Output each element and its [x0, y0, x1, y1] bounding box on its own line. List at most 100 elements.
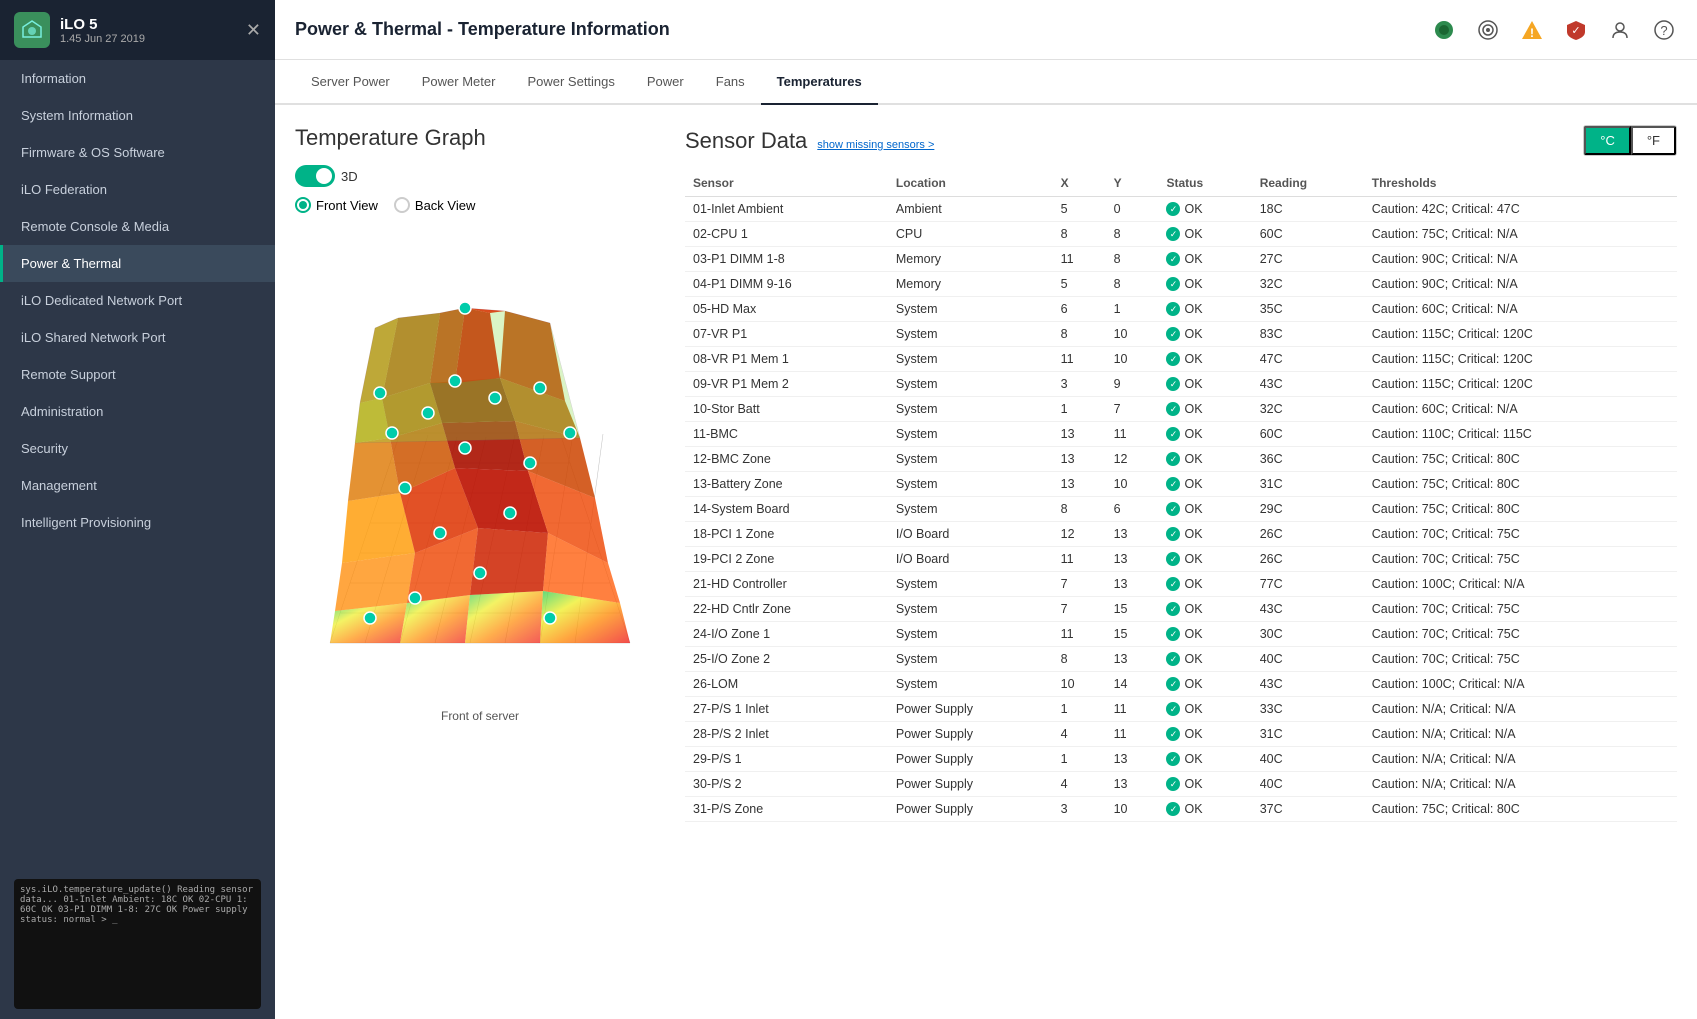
table-cell: Caution: 115C; Critical: 120C [1364, 347, 1677, 372]
table-cell: 6 [1053, 297, 1106, 322]
table-cell: 26C [1252, 547, 1364, 572]
status-text: OK [1184, 577, 1202, 591]
table-cell: 24-I/O Zone 1 [685, 622, 888, 647]
toggle-3d: 3D [295, 165, 358, 187]
sidebar-item-administration[interactable]: Administration [0, 393, 275, 430]
tab-temperatures[interactable]: Temperatures [761, 60, 878, 105]
ok-icon: ✓ [1166, 402, 1180, 416]
status-cell: ✓OK [1158, 472, 1251, 497]
shield-icon[interactable]: ✓ [1563, 17, 1589, 43]
table-cell: System [888, 422, 1053, 447]
sensor-dot [504, 507, 516, 519]
status-cell: ✓OK [1158, 197, 1251, 222]
status-cell: ✓OK [1158, 247, 1251, 272]
apple-icon[interactable] [1431, 17, 1457, 43]
front-view-radio[interactable] [295, 197, 311, 213]
ok-icon: ✓ [1166, 652, 1180, 666]
table-row: 05-HD MaxSystem61✓OK35CCaution: 60C; Cri… [685, 297, 1677, 322]
sensor-dot [534, 382, 546, 394]
close-icon[interactable]: ✕ [246, 20, 261, 41]
table-cell: 12-BMC Zone [685, 447, 888, 472]
table-cell: 5 [1053, 272, 1106, 297]
tab-power-settings[interactable]: Power Settings [511, 60, 630, 105]
table-cell: 31C [1252, 722, 1364, 747]
temp-graph-panel: Temperature Graph 3D Front View Back Vie… [295, 125, 665, 999]
sidebar-item-security[interactable]: Security [0, 430, 275, 467]
sidebar-nav: InformationSystem InformationFirmware & … [0, 60, 275, 869]
table-cell: 29-P/S 1 [685, 747, 888, 772]
tab-server-power[interactable]: Server Power [295, 60, 406, 105]
target-icon[interactable] [1475, 17, 1501, 43]
sidebar-item-firmware-os[interactable]: Firmware & OS Software [0, 134, 275, 171]
status-cell: ✓OK [1158, 222, 1251, 247]
table-cell: 43C [1252, 372, 1364, 397]
celsius-button[interactable]: °C [1584, 126, 1631, 155]
tab-fans[interactable]: Fans [700, 60, 761, 105]
toggle-3d-label: 3D [341, 169, 358, 184]
sidebar-item-intelligent-provisioning[interactable]: Intelligent Provisioning [0, 504, 275, 541]
table-cell: 10 [1106, 322, 1159, 347]
back-view-option[interactable]: Back View [394, 197, 475, 213]
status-cell: ✓OK [1158, 772, 1251, 797]
table-cell: 9 [1106, 372, 1159, 397]
ok-icon: ✓ [1166, 677, 1180, 691]
ok-icon: ✓ [1166, 627, 1180, 641]
table-cell: Caution: 110C; Critical: 115C [1364, 422, 1677, 447]
table-cell: 10-Stor Batt [685, 397, 888, 422]
sidebar-item-remote-support[interactable]: Remote Support [0, 356, 275, 393]
table-cell: System [888, 497, 1053, 522]
table-cell: 13 [1106, 547, 1159, 572]
page-title: Power & Thermal - Temperature Informatio… [295, 19, 670, 40]
sidebar-item-ilo-shared[interactable]: iLO Shared Network Port [0, 319, 275, 356]
fahrenheit-button[interactable]: °F [1631, 126, 1676, 155]
table-cell: 6 [1106, 497, 1159, 522]
table-cell: 4 [1053, 772, 1106, 797]
table-cell: System [888, 297, 1053, 322]
svg-text:!: ! [1530, 26, 1534, 40]
ok-icon: ✓ [1166, 527, 1180, 541]
table-row: 07-VR P1System810✓OK83CCaution: 115C; Cr… [685, 322, 1677, 347]
sidebar-item-ilo-dedicated[interactable]: iLO Dedicated Network Port [0, 282, 275, 319]
3d-toggle-switch[interactable] [295, 165, 335, 187]
sidebar-item-management[interactable]: Management [0, 467, 275, 504]
tab-power-meter[interactable]: Power Meter [406, 60, 512, 105]
status-cell: ✓ OK [1158, 622, 1251, 647]
sidebar-item-system-information[interactable]: System Information [0, 97, 275, 134]
status-text: OK [1184, 402, 1202, 416]
status-cell: ✓OK [1158, 672, 1251, 697]
sidebar-item-power-thermal[interactable]: Power & Thermal [0, 245, 275, 282]
sidebar-item-remote-console[interactable]: Remote Console & Media [0, 208, 275, 245]
table-cell: 13 [1106, 772, 1159, 797]
table-cell: 13 [1106, 572, 1159, 597]
table-cell: 13 [1106, 747, 1159, 772]
sensor-dot [386, 427, 398, 439]
user-icon[interactable] [1607, 17, 1633, 43]
table-cell: 18-PCI 1 Zone [685, 522, 888, 547]
front-view-option[interactable]: Front View [295, 197, 378, 213]
ok-icon: ✓ [1166, 727, 1180, 741]
topbar-icons: ! ✓ ? [1431, 17, 1677, 43]
status-cell: ✓OK [1158, 272, 1251, 297]
status-text: OK [1184, 627, 1202, 641]
warning-icon[interactable]: ! [1519, 17, 1545, 43]
help-icon[interactable]: ? [1651, 17, 1677, 43]
missing-sensors-link[interactable]: show missing sensors > [817, 139, 934, 151]
sidebar-header: iLO 5 1.45 Jun 27 2019 ✕ [0, 0, 275, 60]
back-view-radio[interactable] [394, 197, 410, 213]
sensor-dot [364, 612, 376, 624]
table-cell: 11 [1106, 422, 1159, 447]
tab-power[interactable]: Power [631, 60, 700, 105]
status-text: OK [1184, 727, 1202, 741]
status-text: OK [1184, 427, 1202, 441]
table-cell: 13 [1106, 522, 1159, 547]
sidebar-item-ilo-federation[interactable]: iLO Federation [0, 171, 275, 208]
sidebar-item-information[interactable]: Information [0, 60, 275, 97]
table-cell: Caution: N/A; Critical: N/A [1364, 772, 1677, 797]
main-area: Power & Thermal - Temperature Informatio… [275, 0, 1697, 1019]
table-cell: 4 [1053, 722, 1106, 747]
table-cell: 37C [1252, 797, 1364, 822]
table-cell: 08-VR P1 Mem 1 [685, 347, 888, 372]
temp-graph-title: Temperature Graph [295, 125, 665, 151]
status-text: OK [1184, 377, 1202, 391]
ok-icon: ✓ [1166, 452, 1180, 466]
